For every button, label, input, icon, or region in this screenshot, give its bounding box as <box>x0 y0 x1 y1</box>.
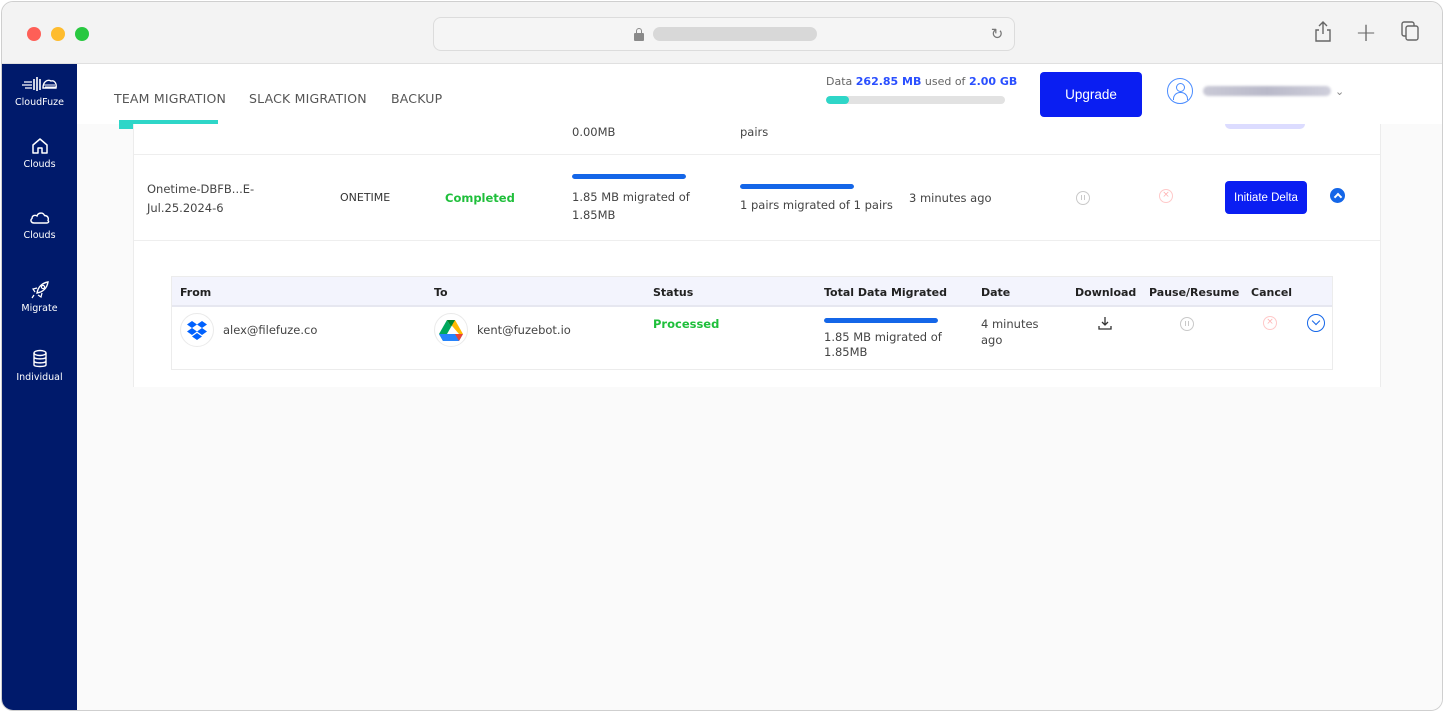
share-icon[interactable] <box>1310 20 1336 46</box>
tab-overview-icon[interactable] <box>1397 20 1423 46</box>
col-to: To <box>434 286 448 299</box>
close-window-button[interactable] <box>27 27 41 41</box>
sidebar-item-individual[interactable]: Individual <box>2 349 77 383</box>
user-name-blurred <box>1203 86 1331 96</box>
pairs-progress-bar <box>740 184 854 189</box>
sidebar-item-label: Individual <box>16 372 63 383</box>
new-tab-icon[interactable]: + <box>1353 20 1379 46</box>
sidebar-item-label: Migrate <box>21 303 58 314</box>
pause-icon[interactable] <box>1180 317 1194 331</box>
home-icon <box>31 138 48 154</box>
sidebar-item-label: Clouds <box>23 230 56 241</box>
nav-slack-migration[interactable]: SLACK MIGRATION <box>249 91 367 106</box>
download-icon[interactable] <box>1098 316 1112 330</box>
cancel-icon[interactable]: × <box>1159 189 1173 203</box>
lock-icon <box>634 28 644 41</box>
job-name[interactable]: Onetime-DBFB...E- Jul.25.2024-6 <box>147 180 254 218</box>
browser-window: ↻ + CloudFuze Clouds Clouds Migrate Indi… <box>1 1 1443 711</box>
upgrade-button[interactable]: Upgrade <box>1040 72 1142 117</box>
pause-icon[interactable] <box>1076 191 1090 205</box>
sidebar-item-migrate[interactable]: Migrate <box>2 280 77 314</box>
sidebar: CloudFuze Clouds Clouds Migrate Individu… <box>2 64 77 710</box>
job-pairs-progress: 1 pairs migrated of 1 pairs <box>740 184 900 212</box>
col-from: From <box>180 286 212 299</box>
sidebar-item-clouds-home[interactable]: Clouds <box>2 136 77 170</box>
storage-used: 262.85 MB <box>855 75 922 88</box>
cancel-icon[interactable]: × <box>1263 316 1277 330</box>
storage-usage-fill <box>826 96 849 104</box>
table-row-partial: 0.00MB pairs <box>134 122 1380 155</box>
cloudfuze-logo-icon <box>21 77 57 91</box>
dropbox-icon <box>180 313 214 347</box>
collapse-row-icon[interactable] <box>1330 188 1345 203</box>
brand-logo[interactable]: CloudFuze <box>2 76 77 108</box>
user-menu[interactable]: ⌄ <box>1167 77 1344 105</box>
from-account: alex@filefuze.co <box>180 313 317 347</box>
storage-usage-text: Data 262.85 MB used of 2.00 GB <box>826 75 1018 88</box>
user-avatar-icon <box>1167 78 1193 104</box>
expand-row-icon[interactable] <box>1307 314 1325 332</box>
initiate-delta-button[interactable]: Initiate Delta <box>1225 181 1307 214</box>
minimize-window-button[interactable] <box>51 27 65 41</box>
data-progress-fill <box>572 174 686 179</box>
cloud-icon <box>29 212 49 224</box>
pairs-table: From To Status Total Data Migrated Date … <box>171 276 1333 370</box>
reload-icon[interactable]: ↻ <box>988 25 1006 43</box>
pair-progress-fill <box>824 318 938 323</box>
job-data-progress: 1.85 MB migrated of 1.85MB <box>572 174 697 224</box>
browser-toolbar: ↻ + <box>2 2 1442 64</box>
pair-progress-bar <box>824 318 938 323</box>
col-download: Download <box>1075 286 1137 299</box>
migrations-panel: 0.00MB pairs Onetime-DBFB...E- Jul.25.20… <box>133 122 1381 387</box>
col-date: Date <box>981 286 1011 299</box>
sidebar-item-label: Clouds <box>23 159 56 170</box>
storage-total: 2.00 GB <box>968 75 1018 88</box>
to-account: kent@fuzebot.io <box>434 313 571 347</box>
zoom-window-button[interactable] <box>75 27 89 41</box>
nav-team-migration[interactable]: TEAM MIGRATION <box>114 91 226 106</box>
app-header: TEAM MIGRATION SLACK MIGRATION BACKUP Da… <box>77 64 1442 124</box>
job-time: 3 minutes ago <box>909 191 992 205</box>
col-pause-resume: Pause/Resume <box>1149 286 1240 299</box>
rocket-icon <box>31 281 49 299</box>
col-total-data: Total Data Migrated <box>824 286 947 299</box>
migration-job-row: Onetime-DBFB...E- Jul.25.2024-6 ONETIME … <box>134 156 1380 241</box>
database-icon <box>32 349 47 368</box>
pair-data-progress: 1.85 MB migrated of 1.85MB <box>824 318 954 360</box>
col-cancel: Cancel <box>1251 286 1293 299</box>
job-status: Completed <box>445 191 515 205</box>
chevron-down-icon: ⌄ <box>1335 84 1345 98</box>
job-type: ONETIME <box>340 191 391 204</box>
data-progress-bar <box>572 174 686 179</box>
pair-date: 4 minutes ago <box>981 317 1039 347</box>
storage-usage-bar <box>826 96 1005 104</box>
pairs-progress-fill <box>740 184 854 189</box>
sidebar-item-clouds[interactable]: Clouds <box>2 209 77 241</box>
brand-name: CloudFuze <box>15 97 64 108</box>
pair-status: Processed <box>653 317 720 331</box>
address-bar[interactable]: ↻ <box>433 17 1015 51</box>
from-email: alex@filefuze.co <box>223 323 318 337</box>
to-email: kent@fuzebot.io <box>477 323 571 337</box>
main-content: 0.00MB pairs Onetime-DBFB...E- Jul.25.20… <box>77 120 1442 710</box>
col-status: Status <box>653 286 694 299</box>
url-text-redacted <box>653 27 817 41</box>
pairs-table-header: From To Status Total Data Migrated Date … <box>172 277 1332 307</box>
nav-backup[interactable]: BACKUP <box>391 91 442 106</box>
table-row: alex@filefuze.co kent@fuzebot.io Process… <box>172 308 1332 370</box>
tab-indicator-edge <box>119 120 133 129</box>
tab-indicator <box>119 120 218 124</box>
google-drive-icon <box>434 313 468 347</box>
